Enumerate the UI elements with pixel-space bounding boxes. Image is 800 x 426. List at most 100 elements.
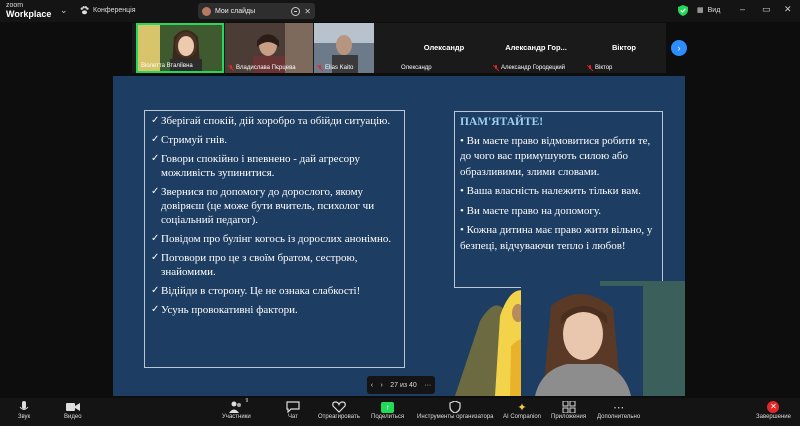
advice-item: ✓ Говори спокійно і впевнено - дай агресо…: [151, 153, 361, 179]
people-icon: 9: [229, 398, 248, 414]
share-title: Мои слайды: [215, 7, 256, 15]
participants-label: Участники: [222, 414, 251, 420]
mic-off-icon: [586, 64, 594, 72]
participant-name: Александр Городецкий: [492, 64, 565, 72]
remember-item: • Ваша власність належить тільки вам.: [460, 185, 641, 197]
remember-title: ПАМ'ЯТАЙТЕ!: [460, 116, 544, 128]
mic-off-icon: [316, 64, 324, 72]
check-icon: ✓: [151, 304, 160, 315]
participant-name: Elias Kaito: [316, 64, 353, 72]
participants-button[interactable]: 9 Участники: [222, 398, 251, 420]
window-close-icon[interactable]: ✕: [784, 4, 792, 15]
ai-label: AI Companion: [503, 414, 542, 420]
end-call-icon: ✕: [767, 400, 780, 414]
view-label: Вид: [707, 6, 721, 14]
remember-item: • Кожна дитина має право жити вільно, у …: [460, 224, 653, 252]
slide-counter: 27 из 40: [390, 381, 417, 389]
sparkle-icon: ✦: [517, 401, 527, 414]
video-label: Видео: [64, 414, 82, 420]
advice-item: ✓ Зберігай спокій, дій хоробро та обійди …: [151, 115, 391, 127]
zoom-logo: zoom Workplace: [6, 2, 52, 19]
sharer-avatar: [202, 6, 211, 16]
shared-slide: ✓ Зберігай спокій, дій хоробро та обійди …: [113, 76, 685, 396]
participant-tile-name: Олександр: [423, 43, 465, 52]
share-label: Поделиться: [371, 414, 405, 420]
mic-off-icon: [227, 64, 235, 72]
advice-item: ✓ Усунь провокативні фактори.: [151, 304, 298, 316]
slide-pager: ‹ › 27 из 40 ···: [367, 376, 435, 394]
close-icon[interactable]: ✕: [304, 7, 311, 16]
apps-grid-icon: [562, 400, 576, 414]
meeting-toolbar: Звук Видео 9 Участники Чат Отреагировать…: [0, 398, 800, 426]
check-icon: ✓: [151, 233, 160, 244]
more-button[interactable]: ⋯ Дополнительно: [597, 400, 641, 421]
react-label: Отреагировать: [318, 414, 360, 420]
ai-companion-button[interactable]: ✦ AI Companion: [503, 400, 542, 421]
host-tools-button[interactable]: Инструменты организатора: [417, 400, 493, 420]
top-bar: zoom Workplace ⌄ Конференція Мои слайды …: [0, 0, 800, 22]
shield-icon: [448, 400, 462, 414]
more-options-icon[interactable]: ···: [424, 382, 431, 389]
chat-icon: [286, 400, 300, 414]
meeting-menu[interactable]: Конференція: [80, 6, 136, 15]
view-grid-icon: ▦: [697, 7, 704, 14]
end-label: Завершение: [756, 414, 791, 420]
mic-off-icon: [492, 64, 500, 72]
window-minimize-icon[interactable]: –: [740, 4, 745, 14]
host-tools-label: Инструменты организатора: [417, 414, 494, 420]
share-screen-icon: ↑: [381, 400, 395, 414]
logo-bottom: Workplace: [6, 9, 52, 19]
advice-item: ✓ Повідом про булінг когось із дорослих а…: [151, 233, 392, 245]
participant-tile[interactable]: Александр Гор... Александр Городецкий: [490, 23, 582, 73]
more-dots-icon: ⋯: [613, 401, 625, 414]
audio-button[interactable]: Звук: [17, 400, 31, 420]
view-menu[interactable]: ▦ Вид: [697, 6, 721, 15]
check-icon: ✓: [151, 186, 160, 197]
apps-button[interactable]: Приложения: [551, 400, 586, 420]
check-icon: ✓: [151, 115, 160, 126]
participant-tile-name: Віктор: [612, 43, 636, 52]
chevron-down-icon[interactable]: ⌄: [60, 5, 68, 16]
video-button[interactable]: Видео: [64, 400, 82, 420]
apps-label: Приложения: [551, 414, 587, 420]
more-label: Дополнительно: [597, 414, 641, 420]
share-button[interactable]: ↑ Поделиться: [371, 400, 404, 420]
shield-check-icon[interactable]: [678, 5, 688, 16]
screen-share-pill[interactable]: Мои слайды ✕: [198, 3, 315, 19]
participant-tile[interactable]: Владислава Пєрцева: [225, 23, 313, 73]
next-participants-button[interactable]: ›: [671, 40, 687, 56]
chat-label: Чат: [288, 414, 298, 420]
remember-item: • Ви маєте право на допомогу.: [460, 204, 602, 217]
end-button[interactable]: ✕ Завершение: [756, 400, 791, 420]
minimize-icon[interactable]: [291, 6, 301, 16]
participant-tile[interactable]: Віктор Віктор: [584, 23, 664, 73]
check-icon: ✓: [151, 153, 160, 164]
participant-name: Віолетта Вталіївна: [141, 63, 193, 69]
check-icon: ✓: [151, 285, 160, 296]
participant-tile[interactable]: Олександр Олександр: [398, 23, 490, 73]
participant-name: Віктор: [586, 64, 612, 72]
participant-name: Владислава Пєрцева: [227, 64, 296, 72]
check-icon: ✓: [151, 134, 160, 145]
participant-tile[interactable]: Elias Kaito: [314, 23, 374, 73]
presenter-video: [521, 286, 643, 396]
audio-label: Звук: [17, 414, 31, 420]
participant-tile[interactable]: Віолетта Вталіївна: [136, 23, 224, 73]
participants-count: 9: [245, 398, 249, 404]
chevron-right-icon: ›: [677, 43, 681, 53]
participants-strip: Віолетта Вталіївна Владислава Пєрцева El…: [132, 23, 666, 73]
check-icon: ✓: [151, 252, 160, 263]
remember-item: • Ви маєте право відмовитися робити те, …: [460, 134, 651, 178]
chat-button[interactable]: Чат: [286, 400, 300, 420]
remember-box: ПАМ'ЯТАЙТЕ! • Ви маєте право відмовитися…: [454, 111, 663, 288]
chevron-left-icon[interactable]: ‹: [371, 382, 373, 389]
advice-list: ✓ Зберігай спокій, дій хоробро та обійди …: [144, 110, 405, 368]
window-maximize-icon[interactable]: ▭: [762, 4, 771, 15]
microphone-icon: [17, 400, 31, 414]
participant-tile-name: Александр Гор...: [505, 43, 567, 52]
paw-icon: [80, 6, 89, 15]
react-button[interactable]: Отреагировать: [318, 400, 360, 420]
camera-icon: [65, 400, 80, 414]
chevron-right-icon[interactable]: ›: [380, 382, 382, 389]
heart-icon: [332, 400, 346, 414]
